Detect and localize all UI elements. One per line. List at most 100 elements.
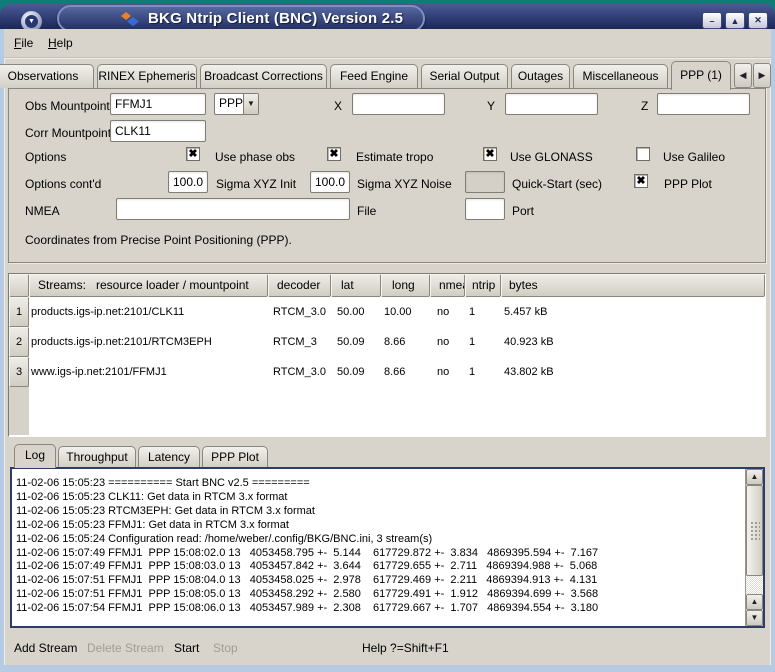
x-input[interactable] [352,93,445,115]
scroll-up-button[interactable]: ▲ [746,469,763,485]
tab-scroll-left-button[interactable]: ◀ [734,63,752,88]
row-header-3[interactable]: 3 [9,357,29,387]
tab-scroll-right-button[interactable]: ▶ [753,63,771,88]
tab-serial-output[interactable]: Serial Output [421,64,508,88]
close-icon: ✕ [754,15,762,26]
close-button[interactable]: ✕ [748,12,768,29]
use-galileo-checkbox[interactable] [636,147,650,161]
header-bytes[interactable]: bytes [501,274,765,297]
corr-mountpoint-input[interactable] [110,120,206,142]
y-label: Y [487,99,495,113]
row-header-1[interactable]: 1 [9,297,29,327]
row-header-2[interactable]: 2 [9,327,29,357]
log-scrollbar[interactable]: ▲ ▲ ▼ [745,469,763,626]
menu-file[interactable]: File [14,36,33,50]
ppp-plot-checkbox[interactable]: ✖ [634,174,648,188]
z-label: Z [641,99,648,113]
cell-ntrip: 1 [465,336,501,348]
tab-feed-engine[interactable]: Feed Engine [330,64,418,88]
window-menu-icon: ▼ [25,15,38,28]
use-glonass-label: Use GLONASS [510,150,593,164]
sigma-xyz-noise-input[interactable] [310,171,350,193]
tab-broadcast-corrections[interactable]: Broadcast Corrections [200,64,327,88]
nmea-file-input[interactable] [116,198,350,220]
header-lat[interactable]: lat [331,274,381,297]
estimate-tropo-label: Estimate tropo [356,150,433,164]
tab-miscellaneous[interactable]: Miscellaneous [573,64,668,88]
tab-ppp[interactable]: PPP (1) [671,61,731,90]
scroll-down-button[interactable]: ▼ [746,610,763,626]
start-button[interactable]: Start [174,641,199,655]
tab-latency[interactable]: Latency [138,446,200,467]
x-label: X [334,99,342,113]
menu-help[interactable]: Help [48,36,73,50]
cell-mountpoint: products.igs-ip.net:2101/CLK11 [29,306,268,318]
window-title: BKG Ntrip Client (BNC) Version 2.5 [148,10,403,27]
scrollbar-grip-icon [750,521,760,541]
scrollbar-thumb[interactable] [746,485,763,576]
ppp-mode-combobox[interactable]: PPP ▼ [214,93,259,115]
tab-throughput[interactable]: Throughput [58,446,136,467]
header-ntrip[interactable]: ntrip [465,274,501,297]
cell-lat: 50.00 [331,306,381,318]
log-line: 11-02-06 15:07:49 FFMJ1 PPP 15:08:02.0 1… [16,547,731,561]
chevron-down-icon[interactable]: ▼ [243,94,258,114]
cell-lat: 50.09 [331,336,381,348]
file-label: File [357,204,376,218]
cell-ntrip: 1 [465,306,501,318]
log-line: 11-02-06 15:07:51 FFMJ1 PPP 15:08:05.0 1… [16,588,731,602]
log-line: 11-02-06 15:05:23 ========== Start BNC v… [16,477,731,491]
cell-bytes: 5.457 kB [501,306,765,318]
use-phase-obs-checkbox[interactable]: ✖ [186,147,200,161]
tab-rinex-ephemeris[interactable]: RINEX Ephemeris [97,64,197,88]
nmea-port-input[interactable] [465,198,505,220]
header-nmea[interactable]: nmea [430,274,465,297]
log-line: 11-02-06 15:05:23 CLK11: Get data in RTC… [16,491,731,505]
titlebar[interactable]: ▼ BKG Ntrip Client (BNC) Version 2.5 – ▲… [0,4,775,29]
tab-log[interactable]: Log [14,444,56,468]
quick-start-input [465,171,505,193]
tab-outages[interactable]: Outages [511,64,570,88]
log-line: 11-02-06 15:05:23 RTCM3EPH: Get data in … [16,505,731,519]
scroll-up-button-2[interactable]: ▲ [746,594,763,610]
scroll-up-icon: ▲ [751,597,759,606]
cell-decoder: RTCM_3.0 [268,366,331,378]
options-label: Options [25,150,66,164]
table-row[interactable]: www.igs-ip.net:2101/FFMJ1 RTCM_3.0 50.09… [29,357,765,387]
cell-mountpoint: www.igs-ip.net:2101/FFMJ1 [29,366,268,378]
table-row[interactable]: products.igs-ip.net:2101/CLK11 RTCM_3.0 … [29,297,765,327]
table-row[interactable]: products.igs-ip.net:2101/RTCM3EPH RTCM_3… [29,327,765,357]
use-glonass-checkbox[interactable]: ✖ [483,147,497,161]
estimate-tropo-checkbox[interactable]: ✖ [327,147,341,161]
nmea-label: NMEA [25,204,60,218]
scroll-down-icon: ▼ [751,613,759,622]
sigma-xyz-init-input[interactable] [168,171,208,193]
ppp-footnote: Coordinates from Precise Point Positioni… [25,233,292,247]
log-line: 11-02-06 15:05:23 FFMJ1: Get data in RTC… [16,519,731,533]
sigma-xyz-noise-label: Sigma XYZ Noise [357,177,452,191]
log-line: 11-02-06 15:05:24 Configuration read: /h… [16,533,731,547]
cell-ntrip: 1 [465,366,501,378]
title-cap: BKG Ntrip Client (BNC) Version 2.5 [57,5,425,32]
z-input[interactable] [657,93,750,115]
use-phase-obs-label: Use phase obs [215,150,295,164]
header-decoder[interactable]: decoder [268,274,331,297]
cell-long: 8.66 [381,336,430,348]
log-lines: 11-02-06 15:05:23 ========== Start BNC v… [16,477,731,616]
scrollbar-track[interactable] [746,576,763,594]
ppp-plot-label: PPP Plot [664,177,712,191]
header-long[interactable]: long [381,274,430,297]
minimize-button[interactable]: – [702,12,722,29]
y-input[interactable] [505,93,598,115]
maximize-button[interactable]: ▲ [725,12,745,29]
header-mountpoint[interactable]: Streams: resource loader / mountpoint [29,274,268,297]
obs-mountpoint-input[interactable] [110,93,206,115]
cell-decoder: RTCM_3.0 [268,306,331,318]
cell-bytes: 40.923 kB [501,336,765,348]
tab-ppp-plot[interactable]: PPP Plot [202,446,268,467]
menubar: File Help [4,29,771,57]
add-stream-button[interactable]: Add Stream [14,641,77,655]
tab-observations[interactable]: Observations [0,64,94,88]
obs-mountpoint-label: Obs Mountpoint [25,99,110,113]
delete-stream-button: Delete Stream [87,641,164,655]
